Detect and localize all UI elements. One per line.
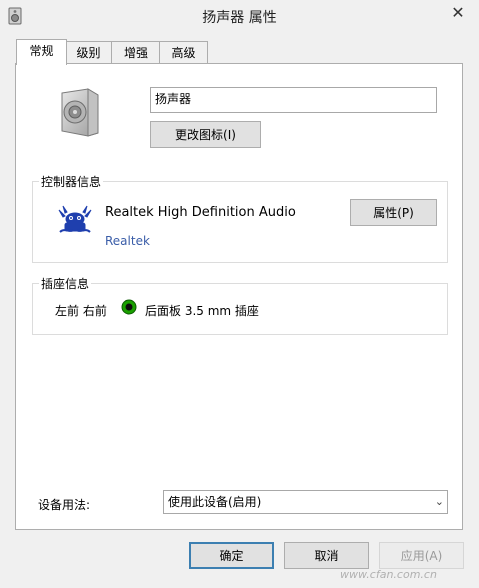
tab-enhancements[interactable]: 增强 bbox=[111, 41, 161, 64]
controller-info-group: 控制器信息 Realtek High Definition Audio Real… bbox=[32, 173, 448, 263]
chevron-down-icon: ⌄ bbox=[434, 495, 444, 508]
tab-general[interactable]: 常规 bbox=[16, 39, 67, 65]
title-bar: 扬声器 属性 ✕ bbox=[0, 0, 479, 32]
close-icon: ✕ bbox=[451, 3, 465, 22]
cancel-button[interactable]: 取消 bbox=[284, 542, 369, 569]
tab-advanced[interactable]: 高级 bbox=[159, 41, 208, 64]
jack-label: 后面板 3.5 mm 插座 bbox=[145, 304, 259, 318]
jack-position: 左前 右前 bbox=[55, 304, 107, 318]
speaker-device-icon bbox=[58, 87, 102, 137]
tab-label: 常规 bbox=[29, 44, 54, 58]
device-usage-label: 设备用法: bbox=[38, 498, 91, 512]
jack-info-group: 插座信息 左前 右前 后面板 3.5 mm 插座 bbox=[32, 275, 448, 335]
controller-properties-button[interactable]: 属性(P) bbox=[350, 199, 437, 226]
device-usage-select[interactable]: 使用此设备(启用) ⌄ bbox=[163, 490, 448, 514]
watermark: www.cfan.com.cn bbox=[340, 568, 437, 581]
window-title: 扬声器 属性 bbox=[202, 10, 277, 26]
device-usage-selected: 使用此设备(启用) bbox=[168, 495, 262, 509]
tab-levels[interactable]: 级别 bbox=[64, 41, 113, 64]
controller-vendor-link[interactable]: Realtek bbox=[105, 234, 150, 248]
device-name-input[interactable]: 扬声器 bbox=[150, 87, 437, 113]
tab-label: 高级 bbox=[171, 46, 196, 60]
ok-button[interactable]: 确定 bbox=[189, 542, 274, 569]
jack-info-title: 插座信息 bbox=[39, 275, 92, 292]
tab-label: 级别 bbox=[76, 46, 101, 60]
green-jack-icon bbox=[121, 299, 137, 315]
tab-label: 增强 bbox=[123, 46, 148, 60]
close-button[interactable]: ✕ bbox=[441, 2, 475, 24]
general-tab-panel: 扬声器 更改图标(I) 控制器信息 Realtek High Definitio… bbox=[15, 63, 463, 530]
change-icon-button[interactable]: 更改图标(I) bbox=[150, 121, 261, 148]
controller-name: Realtek High Definition Audio bbox=[105, 205, 296, 220]
controller-info-title: 控制器信息 bbox=[39, 173, 104, 190]
apply-button[interactable]: 应用(A) bbox=[379, 542, 464, 569]
realtek-crab-icon bbox=[57, 204, 93, 236]
